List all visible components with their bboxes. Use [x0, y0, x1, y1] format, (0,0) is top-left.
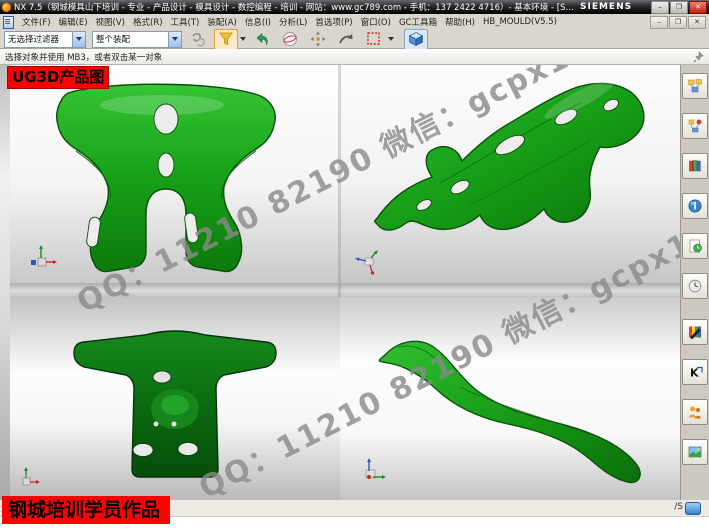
pushpin-icon[interactable] — [693, 51, 705, 63]
image-gallery-button[interactable] — [682, 439, 708, 465]
palette-icon — [687, 324, 703, 340]
viewport-side[interactable] — [340, 297, 680, 500]
child-restore-button[interactable]: ❐ — [669, 16, 687, 29]
orient-view-button[interactable] — [278, 29, 302, 50]
part-isometric-view[interactable] — [340, 65, 680, 283]
constraint-navigator-icon — [687, 118, 703, 134]
training-credit-label: 钢城培训学员作品 — [2, 496, 170, 524]
menu-window[interactable]: 窗口(O) — [357, 15, 395, 29]
part-document-icon — [3, 16, 14, 29]
prompt-text: 选择对象并使用 MB3，或者双击某一对象 — [5, 51, 162, 63]
constraint-navigator-button[interactable] — [682, 113, 708, 139]
pan-icon — [309, 30, 327, 48]
rectangle-select-button[interactable] — [362, 29, 386, 50]
shaded-view-button[interactable] — [404, 29, 428, 50]
selection-filter-dropdown[interactable]: 无选择过滤器 — [4, 31, 86, 48]
snap-point-button[interactable] — [186, 29, 210, 50]
part-navigator-button[interactable] — [682, 153, 708, 179]
viewport-back[interactable] — [10, 297, 340, 500]
title-bar: NX 7.5（钢城模具山下培训 - 专业 - 产品设计 - 模具设计 - 数控编… — [0, 0, 709, 14]
undo-icon — [253, 30, 271, 48]
menu-gc-toolbox[interactable]: GC工具箱 — [395, 15, 441, 29]
roles-icon: K — [687, 364, 703, 380]
dropdown-caret[interactable] — [240, 37, 246, 41]
pan-button[interactable] — [306, 29, 330, 50]
groups-button[interactable] — [682, 399, 708, 425]
workspace: QQ：11210 82190 微信：gcpx168 QQ：11210 82190… — [0, 65, 709, 500]
part-back-view[interactable] — [10, 297, 340, 500]
wcs-triad-icon — [14, 465, 42, 493]
wcs-triad-icon — [358, 457, 388, 487]
status-right-text: /S — [674, 502, 683, 512]
dropdown-arrow-icon[interactable] — [72, 32, 85, 47]
dropdown-arrow-icon[interactable] — [168, 32, 181, 47]
svg-text:K: K — [690, 367, 699, 380]
rotate-view-button[interactable] — [334, 29, 358, 50]
menu-help[interactable]: 帮助(H) — [441, 15, 479, 29]
roles-palette-button[interactable] — [682, 319, 708, 345]
menu-hb-mould[interactable]: HB_MOULD(V5.5) — [479, 16, 561, 28]
system-scenes-button[interactable]: K — [682, 359, 708, 385]
shaded-cube-icon — [407, 30, 425, 48]
child-close-button[interactable]: ✕ — [688, 16, 706, 29]
selection-scope-dropdown[interactable]: 整个装配 — [92, 31, 182, 48]
clock-icon — [687, 278, 703, 294]
ug3d-product-label: UG3D产品图 — [7, 66, 109, 89]
wcs-triad-icon — [354, 247, 384, 277]
nx-application-window: NX 7.5（钢城模具山下培训 - 专业 - 产品设计 - 模具设计 - 数控编… — [0, 0, 709, 529]
viewport-front[interactable] — [10, 65, 340, 283]
window-title: NX 7.5（钢城模具山下培训 - 专业 - 产品设计 - 模具设计 - 数控编… — [14, 1, 574, 13]
orient-sphere-icon — [281, 30, 299, 48]
type-filter-button[interactable] — [214, 29, 238, 50]
part-side-view[interactable] — [340, 297, 680, 500]
undo-button[interactable] — [250, 29, 274, 50]
part-front-view[interactable] — [10, 65, 340, 283]
menu-information[interactable]: 信息(I) — [241, 15, 275, 29]
menu-preferences[interactable]: 首选项(P) — [311, 15, 356, 29]
menu-assemblies[interactable]: 装配(A) — [203, 15, 240, 29]
menu-file[interactable]: 文件(F) — [18, 15, 55, 29]
assembly-navigator-button[interactable] — [682, 73, 708, 99]
part-navigator-icon — [687, 158, 703, 174]
resource-bar: K — [680, 65, 709, 500]
web-browser-button[interactable] — [682, 193, 708, 219]
viewport-isometric[interactable] — [340, 65, 680, 283]
rotate-swoosh-icon — [337, 30, 355, 48]
menu-format[interactable]: 格式(R) — [129, 15, 167, 29]
selection-filter-icon — [217, 30, 235, 48]
cue-line: 选择对象并使用 MB3，或者双击某一对象 — [0, 49, 709, 65]
selection-filter-value: 无选择过滤器 — [5, 33, 72, 45]
people-icon — [687, 404, 703, 420]
image-icon — [687, 444, 703, 460]
selection-scope-value: 整个装配 — [93, 33, 168, 45]
status-chip-icon[interactable] — [685, 502, 701, 515]
child-minimize-button[interactable]: – — [650, 16, 668, 29]
clock-button[interactable] — [682, 273, 708, 299]
selection-toolbar: 无选择过滤器 整个装配 — [0, 30, 709, 49]
minimize-button[interactable]: – — [651, 1, 669, 14]
wcs-triad-icon — [28, 243, 58, 273]
assembly-navigator-icon — [687, 78, 703, 94]
history-button[interactable] — [682, 233, 708, 259]
marquee-select-icon — [365, 30, 383, 48]
menu-analysis[interactable]: 分析(L) — [275, 15, 311, 29]
history-icon — [687, 238, 703, 254]
close-button[interactable]: ✕ — [689, 1, 707, 14]
web-browser-icon — [687, 198, 703, 214]
siemens-brand: SIEMENS — [580, 2, 632, 12]
snap-link-icon — [189, 30, 207, 48]
graphics-window[interactable]: QQ：11210 82190 微信：gcpx168 QQ：11210 82190… — [10, 65, 680, 500]
restore-button[interactable]: ❐ — [670, 1, 688, 14]
dropdown-caret[interactable] — [388, 37, 394, 41]
viewport-divider — [10, 283, 680, 297]
nx-logo-icon — [2, 3, 11, 12]
menu-edit[interactable]: 编辑(E) — [55, 15, 92, 29]
menu-tools[interactable]: 工具(T) — [167, 15, 204, 29]
menu-view[interactable]: 视图(V) — [92, 15, 129, 29]
